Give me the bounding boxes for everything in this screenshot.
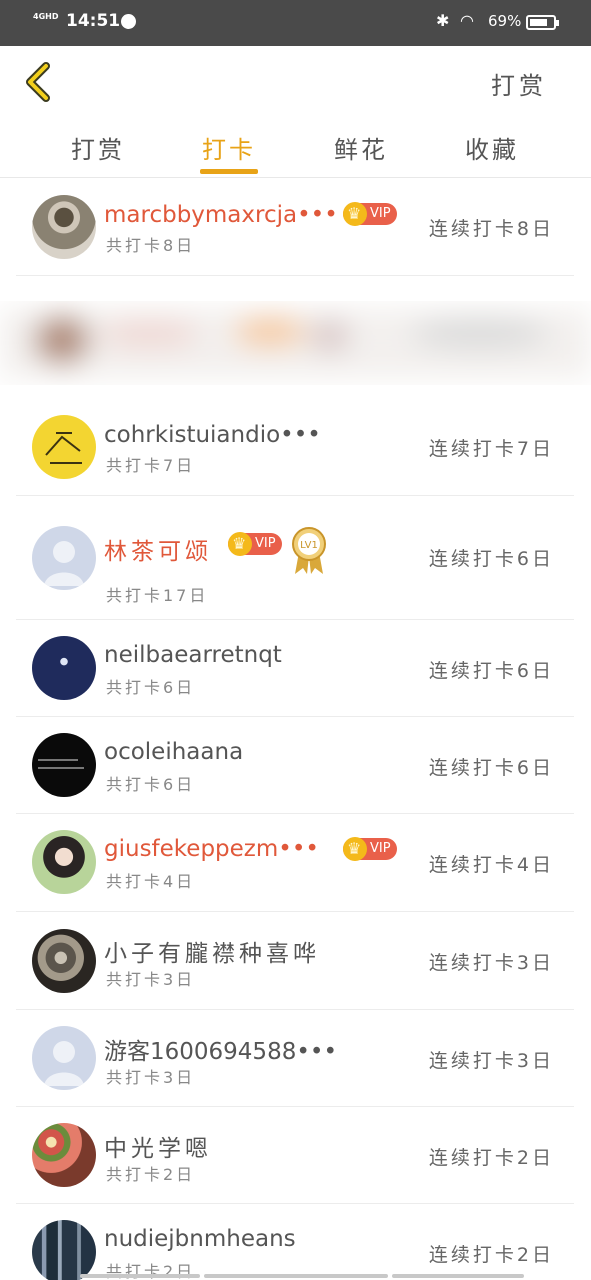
- total-checkins: 共打卡8日: [106, 236, 196, 255]
- streak-days: 连续打卡2日: [428, 1147, 554, 1169]
- list-item[interactable]: giusfekeppezm••• VIP 共打卡4日 连续打卡4日: [16, 814, 574, 912]
- battery-icon: [526, 15, 559, 30]
- user-avatar[interactable]: [32, 526, 96, 590]
- tab-favorites[interactable]: 收藏: [452, 130, 532, 165]
- user-name: marcbbymaxrcja•••: [104, 202, 338, 228]
- user-avatar[interactable]: [32, 195, 96, 259]
- status-bar: 4GHD 14:51 ✱ ◠ 69%: [0, 0, 591, 46]
- gesture-bar: [0, 1274, 591, 1280]
- total-checkins: 共打卡3日: [106, 970, 196, 989]
- total-checkins: 共打卡6日: [106, 775, 196, 794]
- user-name: 游客1600694588•••: [104, 1039, 338, 1065]
- active-tab-indicator: [200, 169, 258, 174]
- list-item[interactable]: 中光学嗯 共打卡2日 连续打卡2日: [16, 1107, 574, 1204]
- user-avatar[interactable]: [32, 415, 96, 479]
- list-item[interactable]: nudiejbnmheans 共打卡2日 连续打卡2日: [16, 1204, 574, 1280]
- streak-days: 连续打卡7日: [428, 438, 554, 460]
- user-avatar[interactable]: [32, 733, 96, 797]
- streak-days: 连续打卡6日: [428, 757, 554, 779]
- tab-bar: 打赏 打卡 鲜花 收藏: [0, 116, 591, 178]
- user-name: cohrkistuiandio•••: [104, 422, 321, 448]
- user-avatar[interactable]: [32, 929, 96, 993]
- crown-icon: [343, 837, 367, 861]
- user-avatar[interactable]: [32, 636, 96, 700]
- user-name: nudiejbnmheans: [104, 1226, 296, 1252]
- status-time: 14:51: [66, 11, 121, 31]
- list-item[interactable]: marcbbymaxrcja••• VIP 共打卡8日 连续打卡8日: [16, 178, 574, 276]
- list-item[interactable]: 林茶可颂 VIP LV1 共打卡17日 连续打卡6日: [16, 496, 574, 620]
- network-indicator: 4GHD: [33, 12, 59, 21]
- list-item[interactable]: cohrkistuiandio••• 共打卡7日 连续打卡7日: [16, 398, 574, 496]
- total-checkins: 共打卡17日: [106, 586, 209, 605]
- wifi-icon: ◠: [460, 11, 474, 30]
- user-name: 中光学嗯: [104, 1136, 212, 1162]
- reward-button[interactable]: 打赏: [491, 66, 547, 101]
- globe-icon: [121, 14, 136, 29]
- streak-days: 连续打卡6日: [428, 660, 554, 682]
- streak-days: 连续打卡3日: [428, 1050, 554, 1072]
- medal-icon: LV1: [292, 527, 326, 574]
- streak-days: 连续打卡4日: [428, 854, 554, 876]
- list-item[interactable]: neilbaearretnqt 共打卡6日 连续打卡6日: [16, 620, 574, 717]
- vip-badge: VIP: [343, 837, 397, 861]
- crown-icon: [343, 202, 367, 226]
- bluetooth-icon: ✱: [436, 11, 450, 30]
- user-name: 小子有朧襟种喜哗: [104, 941, 320, 967]
- streak-days: 连续打卡6日: [428, 548, 554, 570]
- user-name: 林茶可颂: [104, 539, 212, 565]
- back-chevron-icon[interactable]: [22, 60, 58, 104]
- user-name: giusfekeppezm•••: [104, 836, 319, 862]
- streak-days: 连续打卡2日: [428, 1244, 554, 1266]
- battery-percent: 69%: [488, 12, 522, 30]
- vip-badge: VIP: [343, 202, 397, 226]
- list-item[interactable]: 小子有朧襟种喜哗 共打卡3日 连续打卡3日: [16, 912, 574, 1010]
- vip-badge: VIP: [228, 532, 282, 556]
- user-avatar[interactable]: [32, 830, 96, 894]
- blurred-ad-banner[interactable]: [0, 288, 591, 388]
- tab-reward[interactable]: 打赏: [58, 130, 138, 165]
- user-avatar[interactable]: [32, 1220, 96, 1280]
- list-item[interactable]: 游客1600694588••• 共打卡3日 连续打卡3日: [16, 1010, 574, 1107]
- tab-checkin[interactable]: 打卡: [189, 130, 269, 165]
- crown-icon: [228, 532, 252, 556]
- header: 打赏: [0, 46, 591, 116]
- total-checkins: 共打卡6日: [106, 678, 196, 697]
- total-checkins: 共打卡7日: [106, 456, 196, 475]
- total-checkins: 共打卡2日: [106, 1165, 196, 1184]
- list-item[interactable]: ocoleihaana 共打卡6日 连续打卡6日: [16, 717, 574, 814]
- total-checkins: 共打卡4日: [106, 872, 196, 891]
- streak-days: 连续打卡3日: [428, 952, 554, 974]
- user-avatar[interactable]: [32, 1123, 96, 1187]
- tab-flowers[interactable]: 鲜花: [321, 130, 401, 165]
- user-name: ocoleihaana: [104, 739, 244, 765]
- user-avatar[interactable]: [32, 1026, 96, 1090]
- streak-days: 连续打卡8日: [428, 218, 554, 240]
- user-name: neilbaearretnqt: [104, 642, 282, 668]
- total-checkins: 共打卡3日: [106, 1068, 196, 1087]
- medal-level: LV1: [300, 540, 318, 551]
